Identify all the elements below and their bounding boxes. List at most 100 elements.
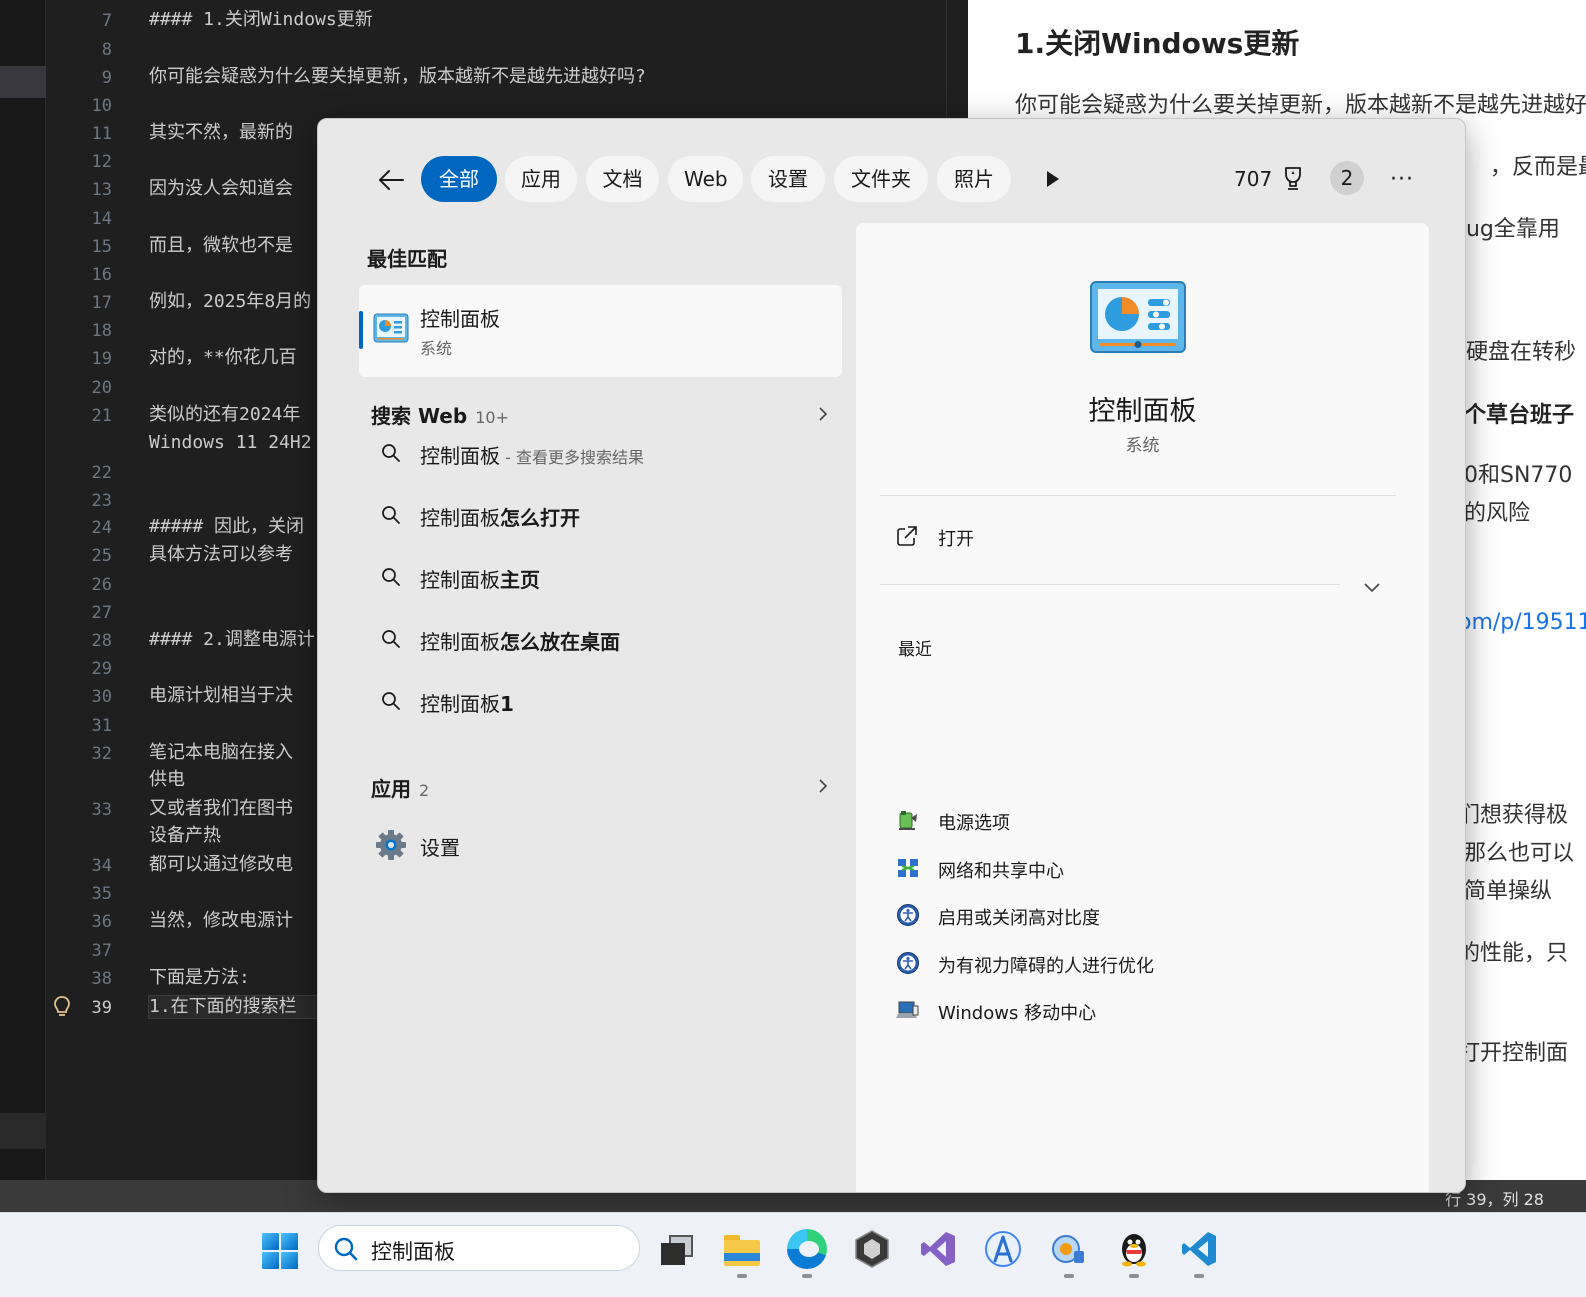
windows-logo-icon [281, 1252, 298, 1269]
running-indicator [1194, 1274, 1204, 1278]
web-search-header[interactable]: 搜索 Web 10+ [371, 400, 509, 429]
code-line[interactable]: 你可能会疑惑为什么要关掉更新，版本越新不是越先进越好吗? [149, 66, 949, 88]
code-line[interactable]: Windows 11 24H2 [149, 432, 317, 454]
line-number: 36 [91, 912, 112, 932]
web-search-result[interactable]: 控制面板 - 查看更多搜索结果 [359, 427, 842, 479]
code-line[interactable]: 供电 [149, 769, 317, 791]
app-result-settings[interactable]: 设置 [359, 819, 842, 871]
divider [880, 584, 1340, 585]
control-panel-icon [1090, 281, 1186, 353]
ease-of-access-icon [897, 904, 919, 926]
filter-folders[interactable]: 文件夹 [834, 156, 928, 202]
more-options-icon[interactable]: ··· [1390, 167, 1414, 192]
recent-item[interactable]: 电源选项 [896, 804, 1296, 840]
code-line[interactable]: 1.在下面的搜索栏 [148, 995, 318, 1019]
android-studio-icon[interactable] [983, 1229, 1023, 1269]
activity-selection[interactable] [0, 66, 46, 98]
web-search-result[interactable]: 控制面板1 [359, 675, 842, 727]
paint-tool-icon[interactable] [1048, 1229, 1088, 1269]
activity-bar [0, 0, 46, 1180]
file-explorer-icon[interactable] [722, 1229, 762, 1269]
task-view-icon[interactable] [657, 1229, 697, 1269]
code-line[interactable]: #### 2.调整电源计 [149, 629, 317, 651]
preview-link[interactable]: om/p/19511 [1458, 610, 1586, 635]
code-line[interactable]: 设备产热 [149, 825, 317, 847]
chevron-down-icon[interactable] [1362, 577, 1382, 597]
code-line[interactable]: 笔记本电脑在接入 [149, 742, 317, 764]
filter-web[interactable]: Web [668, 156, 743, 202]
recent-item-label: 电源选项 [938, 813, 1010, 834]
filter-apps[interactable]: 应用 [505, 156, 577, 202]
line-number: 20 [91, 378, 112, 398]
unity-hub-icon[interactable] [852, 1229, 892, 1269]
search-icon [382, 506, 400, 524]
code-line[interactable]: 因为没人会知道会 [149, 178, 317, 200]
code-line[interactable]: 当然，修改电源计 [149, 910, 317, 932]
filter-docs[interactable]: 文档 [586, 156, 659, 202]
code-line[interactable]: 例如，2025年8月的 [149, 291, 317, 313]
rewards-trophy-icon[interactable] [1280, 165, 1306, 193]
code-line[interactable]: ##### 因此，关闭 [149, 516, 317, 538]
line-number: 21 [91, 406, 112, 426]
recent-item[interactable]: 为有视力障碍的人进行优化 [896, 947, 1296, 983]
filter-settings[interactable]: 设置 [751, 156, 825, 202]
line-number: 26 [91, 575, 112, 595]
filter-all[interactable]: 全部 [421, 156, 497, 202]
chevron-right-icon[interactable] [816, 779, 830, 793]
web-search-result[interactable]: 控制面板怎么打开 [359, 489, 842, 541]
best-match-item[interactable]: 控制面板 系统 [359, 285, 842, 377]
recent-item[interactable]: Windows 移动中心 [896, 994, 1296, 1030]
line-number: 25 [91, 546, 112, 566]
recent-item[interactable]: 启用或关闭高对比度 [896, 899, 1296, 935]
web-search-result[interactable]: 控制面板主页 [359, 551, 842, 603]
qq-icon[interactable] [1114, 1229, 1154, 1269]
filter-photos[interactable]: 照片 [937, 156, 1011, 202]
code-line[interactable]: 类似的还有2024年 [149, 404, 317, 426]
search-icon [382, 568, 400, 586]
result-suggestion: 主页 [500, 568, 540, 592]
best-match-title: 控制面板 [420, 307, 500, 331]
recent-item-label: 网络和共享中心 [938, 861, 1064, 882]
line-number: 27 [91, 603, 112, 623]
windows-logo-icon [281, 1233, 298, 1250]
code-line[interactable]: 而且，微软也不是 [149, 235, 317, 257]
edge-browser-icon[interactable] [787, 1229, 827, 1269]
preview-text: 打开控制面 [1458, 1041, 1569, 1066]
lightbulb-icon[interactable] [52, 995, 72, 1019]
line-number: 23 [91, 491, 112, 511]
start-button[interactable] [262, 1233, 298, 1269]
code-line[interactable]: 对的，**你花几百 [149, 347, 317, 369]
code-line[interactable]: 其实不然，最新的 [149, 122, 317, 144]
preview-text: 的风险 [1464, 501, 1531, 526]
line-number: 16 [91, 265, 112, 285]
arrow-left-icon [379, 170, 404, 190]
rewards-points[interactable]: 707 [1234, 167, 1272, 191]
open-action[interactable]: 打开 [896, 519, 1196, 555]
result-query: 控制面板 [420, 506, 500, 530]
preview-text: 0和SN770 [1464, 463, 1573, 488]
code-line[interactable]: 又或者我们在图书 [149, 798, 317, 820]
account-badge[interactable]: 2 [1330, 161, 1364, 195]
chevron-right-icon[interactable] [816, 407, 830, 421]
web-search-result[interactable]: 控制面板怎么放在桌面 [359, 613, 842, 665]
result-query: 控制面板 [420, 692, 500, 716]
taskbar-search-box[interactable]: 控制面板 [318, 1225, 640, 1271]
apps-header[interactable]: 应用 2 [371, 773, 429, 802]
apps-label: 应用 [371, 777, 411, 801]
line-number: 13 [91, 180, 112, 200]
code-line[interactable]: 下面是方法: [149, 967, 317, 989]
code-line[interactable]: 电源计划相当于决 [149, 685, 317, 707]
code-line[interactable]: #### 1.关闭Windows更新 [149, 9, 949, 31]
code-line[interactable]: 具体方法可以参考 [149, 544, 317, 566]
vscode-icon[interactable] [1179, 1229, 1219, 1269]
activity-item[interactable] [0, 1113, 46, 1149]
code-line[interactable]: 都可以通过修改电 [149, 854, 317, 876]
play-icon[interactable] [1040, 167, 1064, 191]
back-button[interactable] [370, 161, 412, 199]
web-search-count: 10+ [475, 408, 509, 427]
mobility-center-icon [896, 1001, 919, 1018]
network-icon [898, 859, 918, 877]
visual-studio-icon[interactable] [918, 1229, 958, 1269]
recent-item[interactable]: 网络和共享中心 [896, 852, 1296, 888]
windows-logo-icon [262, 1233, 279, 1250]
